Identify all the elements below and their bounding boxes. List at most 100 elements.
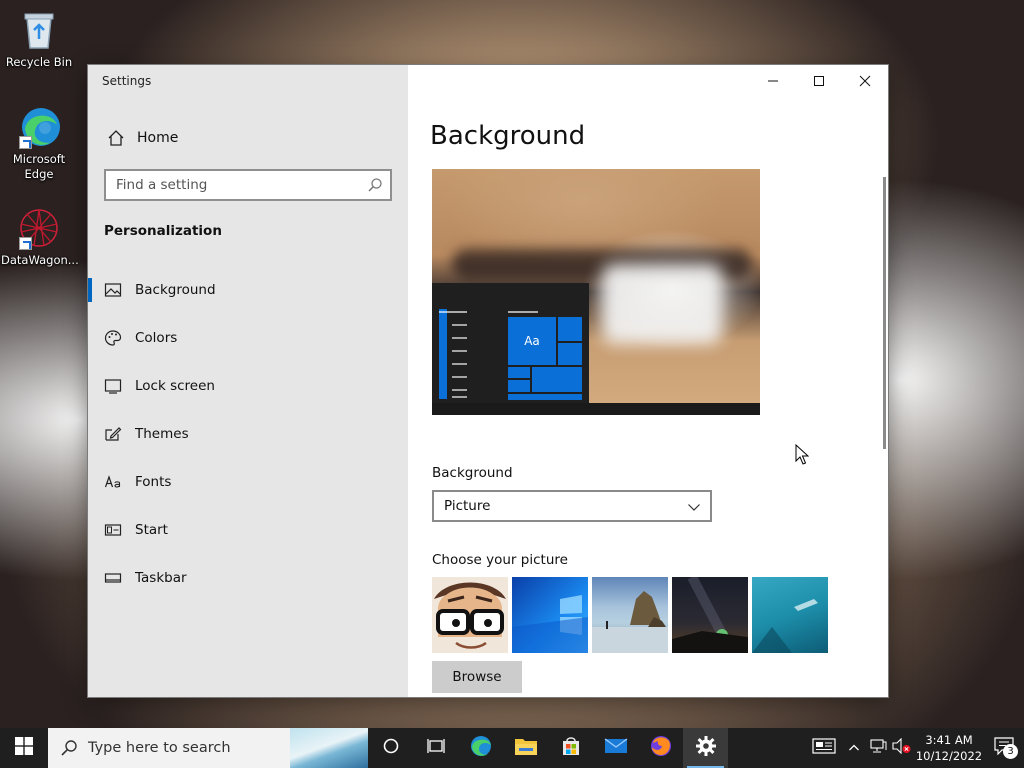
- shortcut-arrow-icon: [19, 237, 32, 250]
- sidebar-item-label: Taskbar: [135, 570, 187, 586]
- sidebar-item-background[interactable]: Background: [88, 266, 408, 314]
- sidebar-item-label: Themes: [135, 426, 189, 442]
- preview-taskbar: [432, 403, 760, 415]
- background-dropdown[interactable]: Picture: [432, 490, 712, 522]
- taskbar-settings[interactable]: [683, 728, 728, 768]
- sidebar: Settings Home Personalization Background: [88, 65, 408, 697]
- task-view-icon: [426, 737, 446, 759]
- minimize-button[interactable]: [750, 65, 796, 97]
- desktop-icon-datawagon[interactable]: DataWagon...: [1, 206, 79, 268]
- desktop-icon-recycle-bin[interactable]: Recycle Bin: [1, 8, 77, 70]
- taskbar-search-text: Type here to search: [88, 740, 231, 756]
- home-label: Home: [137, 130, 179, 146]
- themes-icon: [104, 425, 122, 443]
- volume-muted-icon: [892, 737, 912, 758]
- search-input[interactable]: [106, 171, 367, 199]
- sidebar-item-colors[interactable]: Colors: [88, 314, 408, 362]
- selected-indicator: [88, 278, 92, 302]
- thumbnail-beach-rocks[interactable]: [592, 577, 668, 653]
- recycle-bin-icon: [17, 8, 61, 52]
- settings-window: Settings Home Personalization Background: [88, 65, 888, 697]
- datawagon-icon: [17, 206, 61, 250]
- mouse-cursor-icon: [795, 443, 810, 466]
- volume-button[interactable]: [890, 728, 914, 768]
- palette-icon: [104, 329, 122, 347]
- sidebar-item-fonts[interactable]: Fonts: [88, 458, 408, 506]
- windows-logo-icon: [15, 737, 33, 759]
- minimize-icon: [767, 72, 779, 91]
- fonts-icon: [104, 473, 122, 491]
- sidebar-item-start[interactable]: Start: [88, 506, 408, 554]
- picture-icon: [104, 281, 122, 299]
- thumbnail-cartoon-face[interactable]: [432, 577, 508, 653]
- sidebar-item-label: Lock screen: [135, 378, 215, 394]
- find-setting-search[interactable]: [104, 169, 392, 201]
- close-button[interactable]: [842, 65, 888, 97]
- background-label: Background: [432, 465, 513, 481]
- notification-center-button[interactable]: 3: [984, 728, 1024, 768]
- clock-date: 10/12/2022: [915, 749, 983, 763]
- news-widget[interactable]: [806, 728, 842, 768]
- window-title: Settings: [102, 74, 152, 88]
- maximize-icon: [813, 72, 825, 91]
- gear-icon: [695, 735, 717, 761]
- taskbar-store[interactable]: [548, 728, 593, 768]
- shortcut-arrow-icon: [19, 136, 32, 149]
- sidebar-item-label: Colors: [135, 330, 178, 346]
- desktop-icon-label: DataWagon...: [1, 253, 79, 267]
- search-icon: [60, 739, 78, 757]
- thumbnail-underwater[interactable]: [752, 577, 828, 653]
- lock-screen-icon: [104, 377, 122, 395]
- start-button[interactable]: [0, 728, 48, 768]
- taskbar-file-explorer[interactable]: [503, 728, 548, 768]
- clock-time: 3:41 AM: [925, 733, 973, 747]
- taskbar-edge[interactable]: [458, 728, 503, 768]
- search-highlight-art: [290, 728, 368, 768]
- notification-count-badge: 3: [1003, 744, 1018, 759]
- preview-tile-text: Aa: [508, 317, 556, 365]
- task-view-button[interactable]: [413, 728, 458, 768]
- sidebar-home[interactable]: Home: [88, 123, 408, 153]
- show-hidden-icons-button[interactable]: [842, 728, 866, 768]
- thumbnail-windows-blue[interactable]: [512, 577, 588, 653]
- clock[interactable]: 3:41 AM 10/12/2022: [914, 732, 984, 764]
- search-icon: [367, 177, 383, 193]
- browse-button[interactable]: Browse: [432, 661, 522, 693]
- system-tray: 3:41 AM 10/12/2022 3: [806, 728, 1024, 768]
- chevron-down-icon: [687, 499, 701, 513]
- background-preview: Aa: [432, 169, 760, 415]
- store-icon: [560, 735, 582, 761]
- sidebar-item-taskbar[interactable]: Taskbar: [88, 554, 408, 602]
- sidebar-item-themes[interactable]: Themes: [88, 410, 408, 458]
- taskbar-icon: [104, 569, 122, 587]
- preview-blur: [602, 264, 722, 344]
- sidebar-item-label: Start: [135, 522, 168, 538]
- desktop-icon-label: Recycle Bin: [5, 55, 73, 69]
- home-icon: [106, 128, 126, 148]
- cortana-icon: [382, 737, 400, 759]
- desktop-icon-label: Microsoft Edge: [12, 152, 66, 181]
- sidebar-item-label: Fonts: [135, 474, 172, 490]
- taskbar-search[interactable]: Type here to search: [48, 728, 368, 768]
- close-icon: [859, 72, 871, 91]
- news-icon: [812, 737, 836, 759]
- network-icon: [869, 738, 887, 758]
- firefox-icon: [649, 734, 673, 762]
- background-dropdown-value: Picture: [444, 498, 491, 514]
- network-button[interactable]: [866, 728, 890, 768]
- start-icon: [104, 521, 122, 539]
- cortana-button[interactable]: [368, 728, 413, 768]
- sidebar-item-lock-screen[interactable]: Lock screen: [88, 362, 408, 410]
- window-controls: [750, 65, 888, 97]
- sidebar-item-label: Background: [135, 282, 216, 298]
- page-title: Background: [430, 121, 586, 151]
- maximize-button[interactable]: [796, 65, 842, 97]
- taskbar-mail[interactable]: [593, 728, 638, 768]
- desktop-icon-edge[interactable]: Microsoft Edge: [1, 105, 77, 182]
- taskbar-firefox[interactable]: [638, 728, 683, 768]
- chevron-up-icon: [848, 739, 860, 758]
- choose-picture-label: Choose your picture: [432, 552, 568, 568]
- thumbnail-night-sky[interactable]: [672, 577, 748, 653]
- edge-icon: [469, 734, 493, 762]
- content-scrollbar[interactable]: [883, 177, 886, 449]
